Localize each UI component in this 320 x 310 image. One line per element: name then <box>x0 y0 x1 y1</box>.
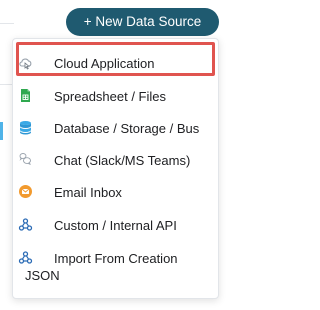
webhook-icon <box>18 250 33 265</box>
menu-item-label: Spreadsheet / Files <box>54 89 167 104</box>
webhook-icon <box>18 217 33 232</box>
background-divider <box>0 23 14 24</box>
spreadsheet-icon <box>18 88 33 103</box>
menu-item-label: Import From Creation <box>54 251 178 266</box>
new-data-source-button[interactable]: + New Data Source <box>66 8 219 36</box>
menu-item-label: Email Inbox <box>54 185 122 200</box>
email-icon <box>18 184 33 199</box>
database-icon <box>18 120 33 135</box>
menu-item-label: Cloud Application <box>54 56 155 71</box>
cloud-icon <box>18 55 33 70</box>
menu-item-label: Database / Storage / Bus <box>54 121 200 136</box>
menu-item-label: JSON <box>25 268 60 283</box>
menu-item-label: Custom / Internal API <box>54 218 177 233</box>
background-accent <box>0 122 3 140</box>
menu-item-label: Chat (Slack/MS Teams) <box>54 153 191 168</box>
chat-icon <box>18 152 33 167</box>
